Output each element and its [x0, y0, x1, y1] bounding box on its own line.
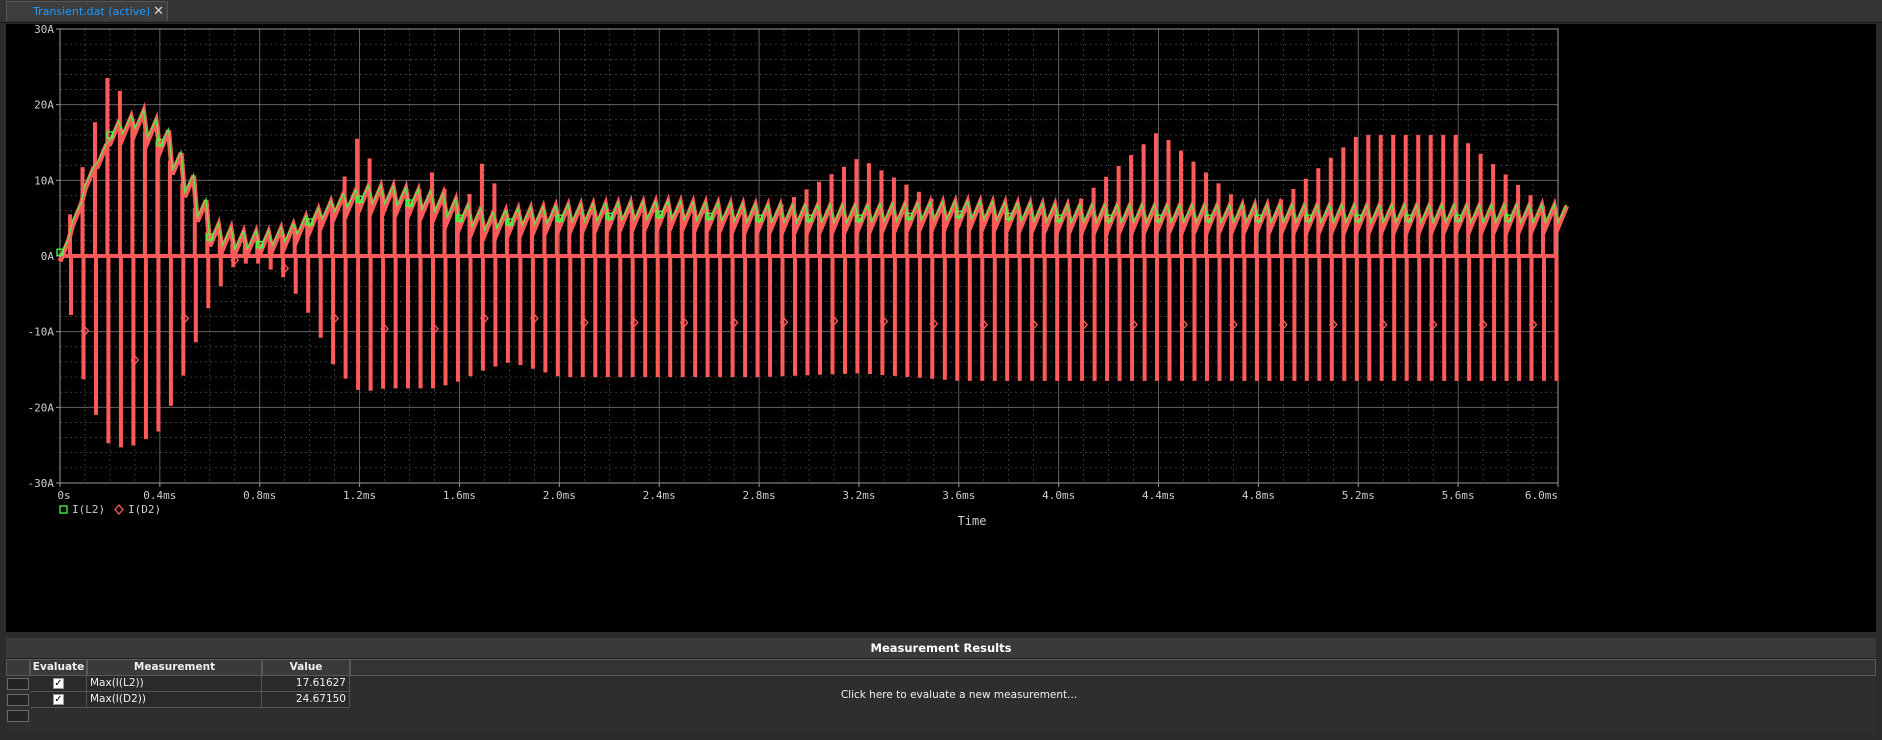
x-tick-label: 1.2ms — [343, 489, 376, 502]
legend-label-i-d2: I(D2) — [128, 503, 161, 516]
measurement-results-panel: Measurement Results Evaluate Measurement… — [6, 638, 1876, 734]
legend-label-i-l2: I(L2) — [72, 503, 105, 516]
trace-i-l2 — [59, 107, 1568, 258]
results-title: Measurement Results — [6, 638, 1876, 659]
plot-canvas[interactable]: 30A 20A 10A 0A -10A -20A -30A0s 0.4ms 0.8ms 1.2ms… — [6, 24, 1876, 632]
x-tick-label: 5.6ms — [1442, 489, 1475, 502]
x-tick-label: 2.0ms — [543, 489, 576, 502]
waveform-plot[interactable]: 30A 20A 10A 0A -10A -20A -30A 0s 0.4ms 0.8ms 1.2ms… — [6, 24, 1876, 632]
document-tab-bar: Transient.dat (active) ✕ — [0, 0, 1882, 23]
tab-transient-dat[interactable]: Transient.dat (active) ✕ — [6, 1, 168, 21]
row-selector[interactable] — [7, 694, 29, 706]
row-selector[interactable] — [7, 710, 29, 722]
close-icon[interactable]: ✕ — [150, 4, 167, 19]
x-tick-label: 0s — [57, 489, 70, 502]
row-selector-header — [6, 659, 30, 676]
y-tick-label: -30A — [28, 477, 55, 490]
x-axis-label: Time — [958, 514, 987, 528]
x-tick-label: 2.8ms — [743, 489, 776, 502]
x-tick-label: 6.0ms — [1525, 489, 1558, 502]
trace-i-d2-spikes — [68, 78, 1559, 448]
column-header-evaluate[interactable]: Evaluate — [30, 659, 87, 676]
y-tick-label: 30A — [34, 24, 54, 36]
new-measurement-link[interactable]: Click here to evaluate a new measurement… — [42, 687, 1876, 703]
x-tick-label: 2.4ms — [643, 489, 676, 502]
x-tick-label: 4.8ms — [1242, 489, 1275, 502]
row-selector[interactable] — [7, 678, 29, 690]
tab-label[interactable]: Transient.dat (active) — [7, 5, 150, 18]
x-tick-label: 1.6ms — [443, 489, 476, 502]
y-tick-label: 10A — [34, 174, 54, 187]
y-tick-label: -10A — [28, 326, 55, 339]
x-tick-label: 0.4ms — [143, 489, 176, 502]
plot-legend: I(L2) I(D2) — [59, 503, 161, 516]
x-tick-label: 0.8ms — [243, 489, 276, 502]
column-header-value[interactable]: Value — [262, 659, 350, 676]
column-header-filler — [350, 659, 1876, 676]
legend-marker-square — [59, 505, 68, 514]
x-tick-label: 4.0ms — [1042, 489, 1075, 502]
y-tick-label: 0A — [41, 250, 55, 263]
legend-marker-diamond — [114, 504, 124, 515]
x-tick-label: 5.2ms — [1342, 489, 1375, 502]
x-tick-label: 4.4ms — [1142, 489, 1175, 502]
x-tick-label: 3.6ms — [942, 489, 975, 502]
column-header-measurement[interactable]: Measurement — [87, 659, 262, 676]
y-tick-label: 20A — [34, 99, 54, 112]
y-tick-label: -20A — [28, 401, 55, 414]
x-tick-label: 3.2ms — [842, 489, 875, 502]
trace-i-l2-line — [59, 107, 1568, 258]
